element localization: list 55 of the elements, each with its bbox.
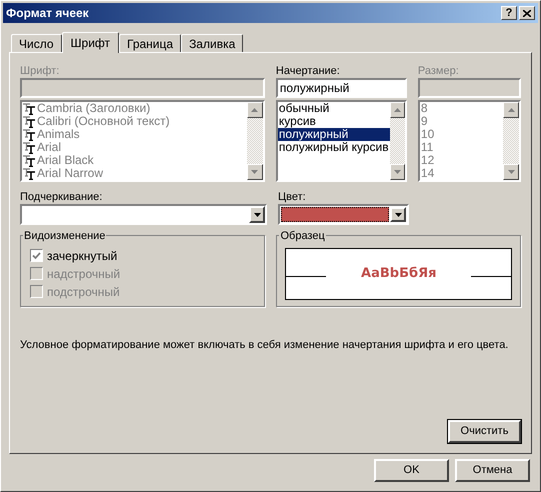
down-arrow-icon	[251, 170, 258, 174]
scroll-down-button[interactable]	[246, 164, 263, 180]
down-arrow-icon	[394, 170, 401, 174]
field-label: Шрифт:	[20, 64, 60, 78]
up-arrow-icon	[251, 108, 258, 112]
close-button[interactable]	[519, 6, 535, 20]
truetype-font-icon	[23, 142, 35, 154]
scroll-up-button[interactable]	[390, 102, 405, 118]
checkbox[interactable]	[30, 249, 43, 262]
close-icon	[523, 10, 531, 16]
scrollbar[interactable]	[390, 102, 405, 180]
tab[interactable]: Шрифт	[62, 32, 119, 53]
group-title: Видоизменение	[23, 228, 106, 244]
up-arrow-icon	[394, 108, 401, 112]
clear-button[interactable]: Очистить	[448, 420, 521, 443]
list-item[interactable]: курсив	[278, 115, 390, 128]
truetype-font-icon	[23, 102, 35, 114]
field-label: Цвет:	[278, 190, 307, 204]
checkbox-label: надстрочный	[47, 266, 120, 282]
color-dropdown[interactable]	[278, 204, 409, 225]
scroll-down-button[interactable]	[503, 164, 519, 180]
dialog-button[interactable]: OK	[374, 459, 449, 482]
list-item[interactable]: полужирный курсив	[278, 141, 390, 154]
list-item[interactable]: полужирный	[278, 128, 390, 141]
checkbox-label: подстрочный	[47, 284, 120, 300]
truetype-font-icon	[23, 116, 35, 128]
truetype-font-icon	[23, 154, 35, 166]
down-arrow-icon	[254, 212, 260, 216]
dialog-button[interactable]: Отмена	[455, 459, 530, 482]
tab[interactable]: Граница	[119, 34, 182, 52]
note-text: Условное форматирование может включать в себя изменение начертания шрифта и его цвета.	[20, 338, 510, 353]
truetype-font-icon	[23, 128, 35, 140]
field-label: Размер:	[418, 64, 460, 78]
field-label: Подчеркивание:	[20, 190, 104, 204]
tab[interactable]: Число	[11, 34, 62, 52]
checkmark-icon	[32, 252, 41, 260]
checkbox-label: зачеркнутый	[47, 248, 118, 264]
sample-text: AaBbБбЯя	[360, 265, 438, 284]
list-item[interactable]: обычный	[278, 102, 390, 115]
underline-dropdown[interactable]	[20, 204, 267, 225]
up-arrow-icon	[508, 108, 514, 112]
field-label: Начертание:	[276, 64, 341, 78]
down-arrow-icon	[508, 170, 514, 174]
help-button[interactable]: ?	[501, 6, 517, 20]
group-title: Образец	[279, 228, 326, 244]
scrollbar[interactable]	[246, 102, 263, 180]
tab[interactable]: Заливка	[181, 34, 244, 52]
truetype-font-icon	[23, 168, 35, 180]
down-arrow-icon	[394, 212, 402, 216]
window-title: Формат ячеек	[6, 5, 90, 22]
scroll-up-button[interactable]	[246, 102, 263, 118]
input-field[interactable]: полужирный	[276, 78, 407, 98]
scroll-up-button[interactable]	[503, 102, 519, 118]
scrollbar[interactable]	[503, 102, 519, 180]
scroll-down-button[interactable]	[390, 164, 405, 180]
